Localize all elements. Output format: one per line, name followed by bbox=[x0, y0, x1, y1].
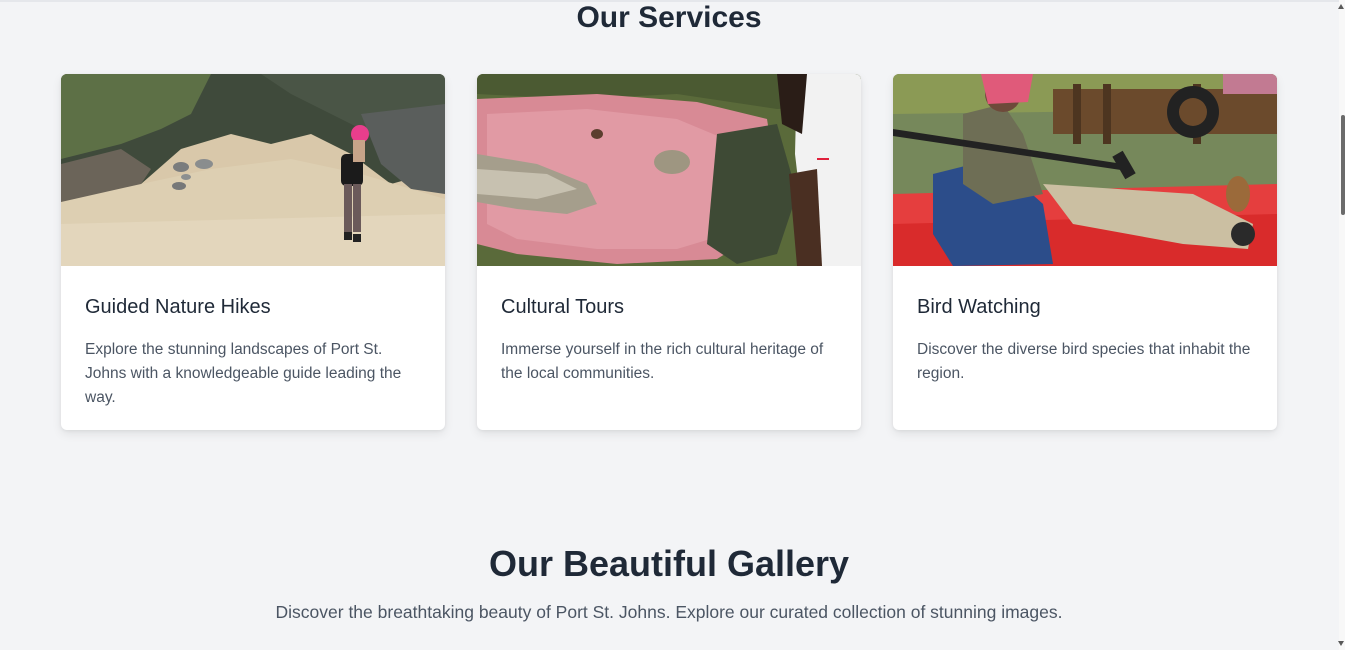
gallery-heading: Our Beautiful Gallery bbox=[488, 543, 850, 584]
cultural-tour-image bbox=[477, 74, 861, 266]
card-title: Guided Nature Hikes bbox=[85, 296, 271, 318]
page-scrollbar[interactable] bbox=[1338, 0, 1345, 650]
scroll-down-arrow-icon[interactable] bbox=[1338, 641, 1344, 646]
bird-watching-image bbox=[893, 74, 1277, 266]
page: Our Services Guided Nature Hikes Explore… bbox=[0, 0, 1345, 650]
scroll-up-arrow-icon[interactable] bbox=[1338, 4, 1344, 9]
service-card-bird-watching: Bird Watching Discover the diverse bird … bbox=[893, 74, 1277, 430]
service-card-cultural-tours: Cultural Tours Immerse yourself in the r… bbox=[477, 74, 861, 430]
services-heading: Our Services bbox=[576, 1, 762, 34]
card-title: Cultural Tours bbox=[501, 296, 625, 318]
scrollbar-thumb[interactable] bbox=[1341, 115, 1345, 215]
card-description: Immerse yourself in the rich cultural he… bbox=[501, 341, 824, 382]
service-card-nature-hikes: Guided Nature Hikes Explore the stunning… bbox=[61, 74, 445, 430]
card-description: Explore the stunning landscapes of Port … bbox=[85, 341, 402, 406]
nature-hike-image bbox=[61, 74, 445, 266]
card-title: Bird Watching bbox=[917, 296, 1041, 318]
gallery-subtitle: Discover the breathtaking beauty of Port… bbox=[275, 602, 1063, 622]
card-description: Discover the diverse bird species that i… bbox=[917, 341, 1251, 382]
